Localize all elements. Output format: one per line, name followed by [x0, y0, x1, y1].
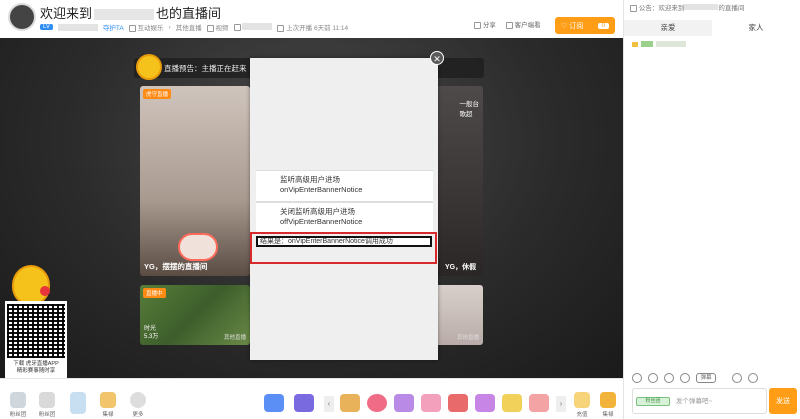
- gift-item[interactable]: [264, 394, 284, 412]
- crown-icon: [632, 41, 638, 47]
- chat-panel: [623, 0, 800, 419]
- card-info: 时光 5.3万: [144, 326, 159, 340]
- more-button[interactable]: 更多: [124, 392, 152, 418]
- recharge-button[interactable]: 充值: [568, 392, 596, 418]
- gift-item[interactable]: [421, 394, 441, 412]
- listen-vip-enter-button[interactable]: 监听高级用户进场 onVipEnterBannerNotice: [256, 170, 433, 202]
- card-label: YG，摆摆的直播间: [144, 262, 208, 271]
- recharge-icon: [574, 392, 590, 408]
- last-live: 上次开播 6天前 11:14: [277, 22, 348, 32]
- gift-item[interactable]: [340, 394, 360, 412]
- monitor-icon: [505, 21, 513, 29]
- header-actions: 分享 客户端看: [474, 19, 541, 29]
- subcategory-link[interactable]: 其他直播: [176, 22, 202, 32]
- gift-item[interactable]: [367, 394, 387, 412]
- card-tag: 直播中: [143, 288, 166, 298]
- emoji-icon[interactable]: [632, 373, 642, 383]
- sticker-icon[interactable]: [648, 373, 658, 383]
- collect-button[interactable]: 集禄: [94, 392, 122, 418]
- gift-item[interactable]: [448, 394, 468, 412]
- subscribe-button[interactable]: ♡ 订阅 0: [555, 17, 615, 34]
- card-subtitle: 一般台 歌超: [459, 101, 480, 118]
- level-badge: LV: [40, 24, 53, 30]
- category-icon: [128, 24, 136, 32]
- room-notice: 公告：欢迎来到 的直播间: [630, 4, 795, 13]
- redacted-user: [641, 41, 653, 47]
- result-text: 结果是：onVipEnterBannerNotice调用成功: [256, 236, 432, 247]
- gift-item[interactable]: [475, 394, 495, 412]
- gift-scroll-left[interactable]: ‹: [324, 396, 334, 412]
- gift-item[interactable]: [294, 394, 314, 412]
- recommend-card-4[interactable]: 其他直播: [433, 285, 483, 345]
- live-avatar-badge: [178, 233, 218, 261]
- fan-badge[interactable]: 粉丝团: [636, 397, 670, 406]
- video-label: [233, 22, 273, 32]
- screen-label: 视频: [206, 22, 229, 32]
- category-link[interactable]: 互动娱乐: [128, 22, 164, 32]
- screen-icon: [206, 24, 214, 32]
- noble-icon: [70, 392, 86, 414]
- tab-jiaren[interactable]: 家人: [712, 20, 800, 36]
- gift-item[interactable]: [502, 394, 522, 412]
- send-button[interactable]: 发送: [769, 388, 797, 414]
- card-caption: 其他直播: [456, 335, 479, 341]
- card-label: YG，休假: [445, 264, 477, 271]
- room-title-suffix: 也的直播间: [156, 6, 222, 21]
- noble-shop-button[interactable]: 集禄: [594, 392, 622, 418]
- chat-input[interactable]: [676, 391, 764, 411]
- card-caption: 其他直播: [223, 335, 246, 341]
- clock-icon: [277, 24, 285, 32]
- collect-icon: [100, 392, 116, 408]
- more-icon: [130, 392, 146, 408]
- chat-message: [632, 41, 686, 47]
- unlisten-vip-enter-button[interactable]: 关闭监听高级用户进场 offVipEnterBannerNotice: [256, 202, 433, 234]
- fan-club-icon: [39, 392, 55, 408]
- card-tag: 虎守直播: [143, 89, 172, 99]
- gift-scroll-right[interactable]: ›: [556, 396, 566, 412]
- mascot-icon[interactable]: [12, 265, 50, 305]
- gift-item[interactable]: [394, 394, 414, 412]
- streamer-avatar[interactable]: [8, 3, 36, 31]
- settings-icon[interactable]: [732, 373, 742, 383]
- share-button[interactable]: 分享: [474, 19, 496, 29]
- redacted-id: [57, 23, 98, 31]
- video-icon: [233, 24, 241, 32]
- room-title: 欢迎来到 也的直播间: [40, 3, 221, 22]
- chat-toolbar: 弹幕: [632, 373, 758, 383]
- subscribe-count: 0: [597, 22, 609, 29]
- redacted-name: [94, 9, 155, 21]
- recommend-card-2[interactable]: 一般台 歌超 YG，休假: [433, 86, 483, 276]
- clear-icon[interactable]: [748, 373, 758, 383]
- mascot-icon: [136, 54, 162, 80]
- app-download-caption: 下载 虎牙直播APP 精彩赛事随时享: [13, 361, 59, 374]
- fan-club-button[interactable]: 粉丝团: [4, 392, 32, 418]
- barrage-toggle[interactable]: 弹幕: [696, 373, 716, 383]
- redacted-message: [656, 41, 686, 47]
- chat-tabs: 亲爱 家人: [624, 20, 800, 36]
- qr-code-icon: [7, 304, 65, 358]
- recommend-card-3[interactable]: 直播中 时光 5.3万 其他直播: [140, 285, 250, 345]
- fan-club-button-2[interactable]: 粉丝团: [33, 392, 61, 418]
- voice-icon[interactable]: [680, 373, 690, 383]
- share-icon: [474, 21, 481, 29]
- guard-link[interactable]: 夺护TA: [103, 22, 124, 32]
- noble-button[interactable]: [64, 392, 92, 416]
- notice-icon: [630, 4, 637, 12]
- room-meta: LV 夺护TA 互动娱乐 › 其他直播 视频 上次开播 6天前 11:14: [40, 22, 348, 32]
- eye-icon[interactable]: [664, 373, 674, 383]
- client-button[interactable]: 客户端看: [505, 19, 541, 29]
- tab-qinai[interactable]: 亲爱: [624, 20, 712, 36]
- popup-close-button[interactable]: ✕: [430, 51, 444, 65]
- gift-item[interactable]: [529, 394, 549, 412]
- room-title-prefix: 欢迎来到: [40, 6, 93, 21]
- heart-icon: [40, 286, 50, 296]
- subscribe-label: ♡ 订阅: [561, 22, 584, 30]
- crown-icon: [600, 392, 616, 408]
- fan-club-icon: [10, 392, 26, 408]
